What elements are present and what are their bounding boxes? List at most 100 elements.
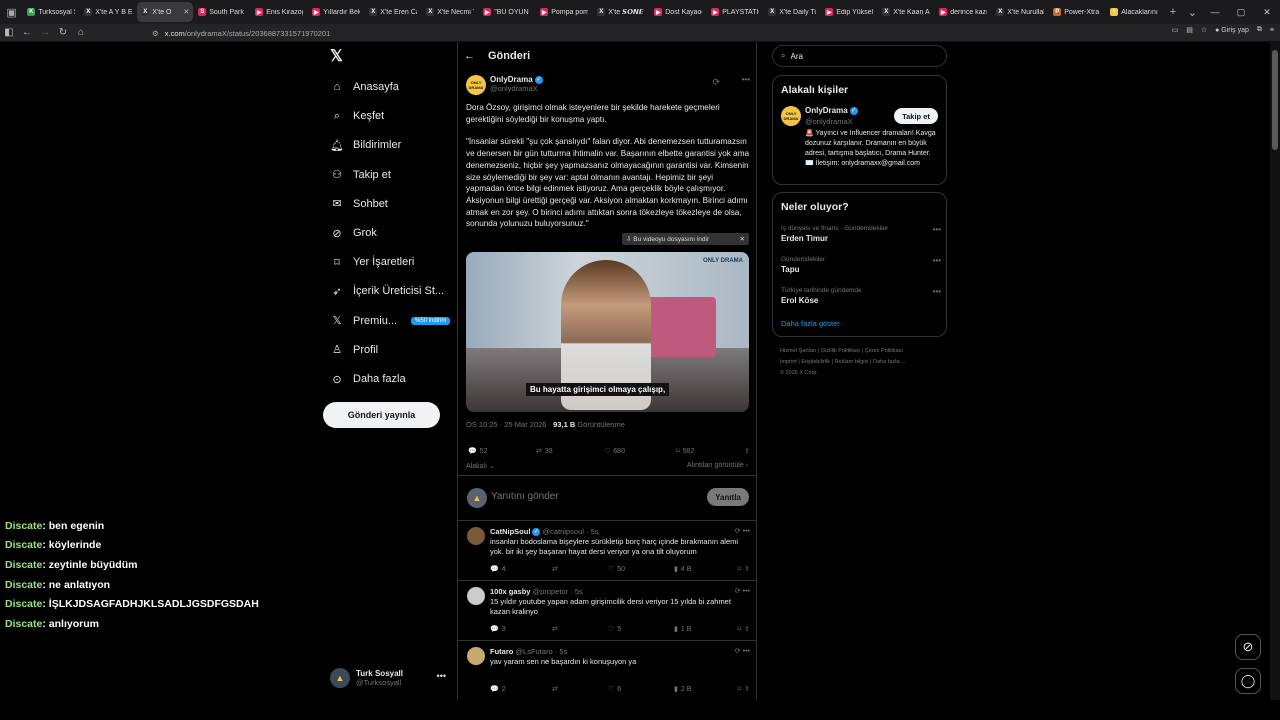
- like-button[interactable]: ♡ 50: [608, 565, 674, 574]
- author-avatar[interactable]: ONLY DRAMA: [466, 75, 486, 95]
- trend-item[interactable]: Türkiye tarihinde gündemde Erol Köse •••: [781, 287, 941, 305]
- footer-link[interactable]: Hizmet Şartları: [780, 348, 816, 354]
- reply-item[interactable]: 100x gasby @propetor · 5s ⟳ ••• 15 yıldır …: [458, 581, 756, 641]
- trend-item[interactable]: İş dünyası ve finans · Gündemdekiler Erde…: [781, 225, 941, 243]
- repost-button[interactable]: ⇄: [552, 565, 608, 573]
- reader-icon[interactable]: ▤: [1186, 26, 1193, 34]
- reply-more-icon[interactable]: ⟳ •••: [735, 527, 750, 535]
- like-button[interactable]: ♡ 5: [608, 625, 674, 634]
- nav-item-0[interactable]: ⌂ Anasayfa: [330, 77, 399, 97]
- reply-author[interactable]: 100x gasby: [490, 587, 530, 596]
- browser-tab[interactable]: X X'te Necmi T: [422, 2, 478, 22]
- browser-tab[interactable]: X X'te O ✕: [137, 2, 194, 22]
- share-icon[interactable]: ⇪: [744, 685, 750, 693]
- trend-more-icon[interactable]: •••: [933, 256, 941, 265]
- share-icon[interactable]: ⇪: [744, 565, 750, 573]
- browser-tab[interactable]: XX'te Eren Can: [365, 2, 421, 22]
- bookmark-button[interactable]: ⌑ ⇪: [738, 685, 750, 693]
- tab-list-chevron-icon[interactable]: ⌄: [1183, 6, 1202, 19]
- browser-tab[interactable]: X X'te Kaan Arı: [878, 2, 934, 22]
- back-icon[interactable]: ←: [18, 24, 36, 42]
- footer-link[interactable]: Erişilebilirlik: [801, 359, 830, 365]
- account-switcher[interactable]: ▲ Turk Sosyall @Turksosyall •••: [330, 666, 450, 690]
- reply-author[interactable]: CatNipSoul: [490, 527, 530, 536]
- footer-link[interactable]: © 2026 X Corp.: [780, 370, 818, 376]
- browser-tab[interactable]: ▶Enis Kirazoglu: [251, 2, 307, 22]
- browser-tab[interactable]: X X'te Daily Tu: [764, 2, 820, 22]
- repost-button[interactable]: ⇄ 38: [536, 447, 604, 456]
- browser-tab[interactable]: ▶ Yıllardır Bekl: [308, 2, 364, 22]
- follow-button[interactable]: Takip et: [894, 108, 938, 124]
- views-button[interactable]: ▮ 1 B: [674, 625, 724, 634]
- search-input[interactable]: ⌕ Ara: [772, 45, 947, 67]
- related-handle[interactable]: @onlydramaX: [805, 117, 853, 126]
- url-field[interactable]: ⚙ x.com/onlydramaX/status/20368873315719…: [152, 26, 1152, 40]
- more-dots-icon[interactable]: •••: [437, 671, 446, 681]
- reply-more-icon[interactable]: ⟳ •••: [735, 587, 750, 595]
- reload-icon[interactable]: ↻: [54, 24, 72, 42]
- nav-item-6[interactable]: ⌑ Yer İşaretleri: [330, 252, 414, 272]
- new-tab-button[interactable]: +: [1163, 6, 1182, 18]
- bookmark-button[interactable]: ⌑ 582: [676, 447, 736, 456]
- author-name[interactable]: OnlyDrama: [490, 75, 533, 84]
- close-window-button[interactable]: ✕: [1254, 7, 1280, 18]
- maximize-button[interactable]: ▢: [1228, 7, 1254, 18]
- nav-item-5[interactable]: ⊘ Grok: [330, 223, 376, 243]
- forward-icon[interactable]: →: [36, 24, 54, 42]
- reply-button[interactable]: 💬 52: [468, 447, 536, 456]
- nav-item-10[interactable]: ⊙ Daha fazla: [330, 369, 405, 389]
- scrollbar-thumb[interactable]: [1272, 50, 1278, 150]
- related-name[interactable]: OnlyDrama: [805, 106, 848, 115]
- reply-handle[interactable]: @catnipsoul · 5s: [543, 527, 599, 536]
- browser-tab[interactable]: X X'te Nurullah: [992, 2, 1048, 22]
- video-player[interactable]: ONLY DRAMA Bu hayatta girişimci olmaya ç…: [466, 252, 749, 412]
- browser-tab[interactable]: ▶ derince kazı: [935, 2, 991, 22]
- close-tab-icon[interactable]: ✕: [181, 8, 189, 16]
- reply-handle[interactable]: @LsFutaro · 5s: [515, 647, 567, 656]
- pip-icon[interactable]: ▭: [1172, 26, 1179, 34]
- favorite-star-icon[interactable]: ☆: [1201, 26, 1207, 34]
- browser-tab[interactable]: ▶ Dost Kayaoğ: [650, 2, 706, 22]
- sidebar-toggle-icon[interactable]: ◧: [0, 24, 18, 42]
- close-icon[interactable]: ✕: [740, 235, 745, 243]
- trend-item[interactable]: Gündemdekiler Tapu •••: [781, 256, 941, 274]
- browser-tab[interactable]: ▶"BU OYUN O: [479, 2, 535, 22]
- browser-tab[interactable]: SSouth Park S: [194, 2, 250, 22]
- nav-item-2[interactable]: 🔔︎ Bildirimler: [330, 135, 401, 155]
- window-menu-icon[interactable]: ▣: [0, 0, 23, 24]
- browser-tab[interactable]: ▶Edip Yüksel (: [821, 2, 877, 22]
- bookmark-button[interactable]: ⌑ ⇪: [738, 565, 750, 573]
- repost-button[interactable]: ⇄: [552, 625, 608, 633]
- footer-link[interactable]: Çerez Politikası: [865, 348, 903, 354]
- minimize-button[interactable]: —: [1202, 7, 1228, 18]
- reply-author[interactable]: Futaro: [490, 647, 513, 656]
- share-button[interactable]: ⇪: [744, 447, 750, 455]
- like-button[interactable]: ♡ 6: [608, 685, 674, 694]
- browser-tab[interactable]: PPower-Xtra F: [1049, 2, 1105, 22]
- footer-link[interactable]: Daha fazla ...: [873, 359, 905, 365]
- bookmark-button[interactable]: ⌑ ⇪: [738, 625, 750, 633]
- views-button[interactable]: ▮ 4 B: [674, 565, 724, 574]
- post-button[interactable]: Gönderi yayınla: [323, 402, 440, 428]
- view-quotes-link[interactable]: Alıntıları görüntüle ›: [687, 462, 748, 469]
- x-logo-icon[interactable]: 𝕏: [330, 49, 344, 65]
- reply-button[interactable]: 💬 3: [490, 625, 552, 634]
- author-handle[interactable]: @onlydramaX: [490, 84, 750, 93]
- reply-avatar[interactable]: [467, 647, 485, 665]
- related-avatar[interactable]: ONLY DRAMA: [781, 106, 801, 126]
- reply-submit-button[interactable]: Yanıtla: [707, 488, 749, 506]
- reply-input[interactable]: Yanıtını gönder: [491, 491, 559, 502]
- messages-fab[interactable]: ◯: [1235, 668, 1261, 694]
- browser-tab[interactable]: K Turksosyal S: [23, 2, 79, 22]
- browser-tab[interactable]: ▶PLAYSTATIO: [707, 2, 763, 22]
- nav-item-3[interactable]: ⚇ Takip et: [330, 165, 391, 185]
- nav-item-4[interactable]: ✉ Sohbet: [330, 194, 387, 214]
- browser-tab[interactable]: ▶Pompa pomp: [536, 2, 592, 22]
- share-icon[interactable]: ⇪: [744, 625, 750, 633]
- nav-item-9[interactable]: ♙ Profil: [330, 340, 378, 360]
- show-more-link[interactable]: Daha fazla göster: [781, 319, 840, 328]
- browser-tab[interactable]: X X'te A Y B E: [80, 2, 136, 22]
- nav-item-1[interactable]: ⌕ Keşfet: [330, 106, 384, 126]
- extensions-icon[interactable]: ⧉: [1257, 26, 1262, 34]
- reply-avatar[interactable]: [467, 587, 485, 605]
